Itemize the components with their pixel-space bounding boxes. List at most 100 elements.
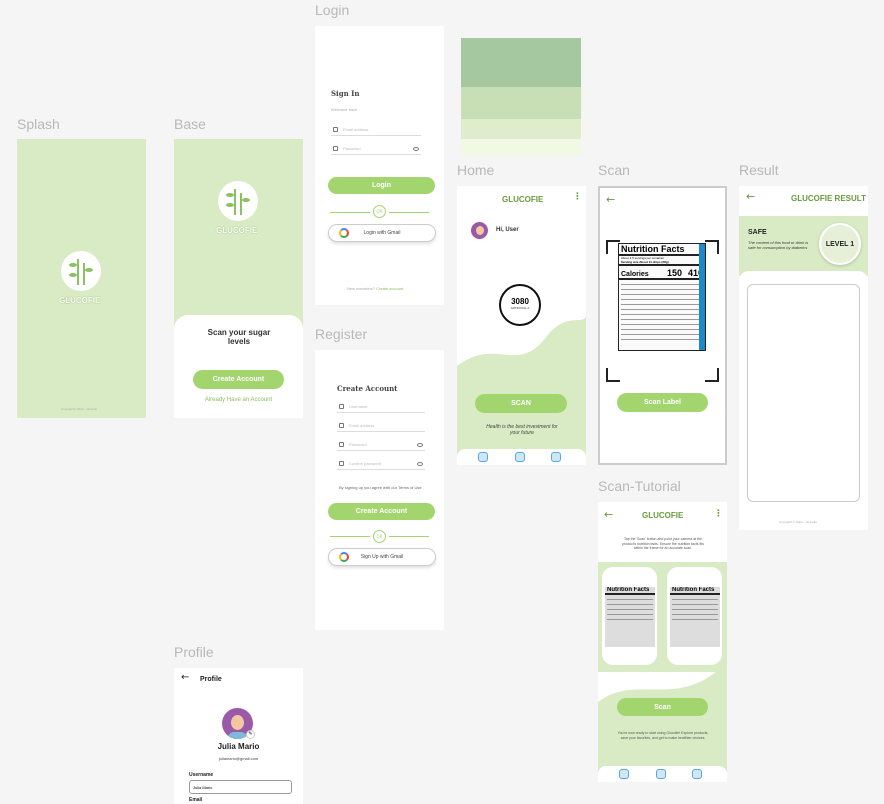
result-status: SAFE <box>748 229 767 236</box>
mail-icon <box>333 127 338 132</box>
divider-right <box>389 212 429 213</box>
password-placeholder: Password <box>343 146 361 151</box>
label-result: Result <box>739 162 779 178</box>
label-scan: Scan <box>598 162 630 178</box>
google-login-label: Login with Gmail <box>363 230 401 236</box>
create-account-button[interactable]: Create Account <box>193 370 284 389</box>
avatar[interactable] <box>471 222 488 239</box>
confirm-placeholder: Confirm password <box>349 461 382 466</box>
more-menu-icon[interactable]: ⋮ <box>714 509 723 519</box>
nutrition-label-image: Nutrition Facts About 2.5 servings per c… <box>618 243 706 351</box>
example-label-1: Nutrition Facts <box>605 587 655 647</box>
example-card-1: Nutrition Facts <box>601 566 658 666</box>
home-nav-icon[interactable] <box>619 769 629 779</box>
label-home: Home <box>457 162 495 178</box>
username-placeholder: Username <box>349 404 368 409</box>
email-field[interactable]: Email address <box>331 124 421 136</box>
username-label: Username <box>189 772 214 778</box>
email-field[interactable]: Email address <box>337 420 425 432</box>
email-placeholder: Email address <box>349 423 375 428</box>
result-sheet <box>739 271 868 511</box>
login-subtitle: Welcome back <box>331 107 358 112</box>
or-badge: OR <box>373 530 386 543</box>
bottom-nav <box>457 449 586 465</box>
example-card-2: Nutrition Facts <box>666 566 723 666</box>
example-label-2: Nutrition Facts <box>670 587 720 647</box>
password-placeholder: Password <box>349 442 367 447</box>
tutorial-instruction: Tap the 'Scan' button and point your cam… <box>622 537 704 551</box>
login-button[interactable]: Login <box>328 177 435 194</box>
username-input[interactable]: Julia Mario <box>189 780 292 794</box>
label-scan-tutorial: Scan-Tutorial <box>598 478 681 494</box>
have-account-link[interactable]: Already Have an Account <box>184 397 293 403</box>
eye-icon[interactable] <box>417 442 423 447</box>
swatch-3 <box>461 119 581 139</box>
swatch-2 <box>461 87 581 119</box>
password-field[interactable]: Password <box>337 439 425 451</box>
level-badge: LEVEL 1 <box>819 223 861 265</box>
color-palette <box>461 38 581 156</box>
profile-nav-icon[interactable] <box>692 769 702 779</box>
label-profile: Profile <box>174 644 214 660</box>
more-menu-icon[interactable]: ⋮ <box>573 192 582 202</box>
edit-avatar-icon[interactable]: ✎ <box>246 730 255 739</box>
google-signup-label: Sign Up with Gmail <box>360 554 404 560</box>
create-account-button[interactable]: Create Account <box>328 503 435 520</box>
lock-icon <box>339 461 344 466</box>
profile-nav-icon[interactable] <box>551 452 561 462</box>
nf-row <box>621 335 703 340</box>
scan-button[interactable]: SCAN <box>475 394 567 413</box>
tutorial-scan-button[interactable]: Scan <box>617 698 708 716</box>
back-arrow-icon[interactable]: ← <box>746 190 755 203</box>
result-header: GLUCOFIE RESULT <box>791 194 866 203</box>
terms-text: By signing up you agree with our Terms o… <box>339 485 422 490</box>
home-nav-icon[interactable] <box>478 452 488 462</box>
back-arrow-icon[interactable]: ← <box>606 193 615 206</box>
splash-screen: GLUCOFIE Copyright© 2024 · Glucofie <box>17 139 146 418</box>
nf-row <box>672 615 718 620</box>
calories-value-1: 150 <box>666 268 682 278</box>
base-brand: GLUCOFIE <box>216 226 258 235</box>
history-nav-icon[interactable] <box>656 769 666 779</box>
email-label: Email <box>189 797 203 803</box>
footer-prefix: New members? <box>347 286 376 291</box>
gauge-label: ARTIFICIAL A <box>510 306 530 310</box>
base-bottom-sheet: Scan your sugar levels Create Account Al… <box>174 315 303 418</box>
scan-label-button[interactable]: Scan Label <box>617 393 708 412</box>
or-badge: OR <box>373 205 386 218</box>
password-field[interactable]: Password <box>331 143 421 155</box>
google-signup-button[interactable]: Sign Up with Gmail <box>328 548 436 566</box>
tutorial-footer: You're now ready to start using Glucofie… <box>617 731 709 740</box>
home-header: GLUCOFIE <box>502 195 544 204</box>
scan-tutorial-screen: ← GLUCOFIE ⋮ Tap the 'Scan' button and p… <box>598 502 727 782</box>
back-arrow-icon[interactable]: ← <box>181 672 189 683</box>
confirm-password-field[interactable]: Confirm password <box>337 458 425 470</box>
google-login-button[interactable]: Login with Gmail <box>328 224 436 242</box>
history-nav-icon[interactable] <box>515 452 525 462</box>
calories-label: Calories <box>621 271 649 278</box>
nutrition-title: Nutrition Facts <box>619 244 705 256</box>
result-content-box <box>747 284 860 502</box>
google-icon <box>339 552 349 562</box>
eye-icon[interactable] <box>413 146 419 151</box>
profile-email: juliamario@gmail.com <box>218 756 259 761</box>
login-screen: Sign In Welcome back Email address Passw… <box>315 26 444 305</box>
scan-screen: ← Nutrition Facts About 2.5 servings per… <box>598 186 727 465</box>
user-icon <box>339 404 344 409</box>
register-screen: Create Account Username Email address Pa… <box>315 350 444 630</box>
username-field[interactable]: Username <box>337 401 425 413</box>
eye-icon[interactable] <box>417 461 423 466</box>
base-screen: GLUCOFIE Scan your sugar levels Create A… <box>174 139 303 418</box>
greeting: Hi, User <box>496 227 519 233</box>
result-copyright: Copyright © Salim · Glucofie <box>779 520 817 524</box>
splash-copyright: Copyright© 2024 · Glucofie <box>61 407 98 411</box>
swatch-4 <box>461 139 581 156</box>
profile-name: Julia Mario <box>217 742 260 751</box>
profile-title: Profile <box>200 676 222 683</box>
create-account-link[interactable]: Create account <box>376 286 403 291</box>
gauge-value: 3080 <box>511 297 529 306</box>
example-title-1: Nutrition Facts <box>605 587 655 595</box>
lock-icon <box>333 146 338 151</box>
back-arrow-icon[interactable]: ← <box>604 508 613 521</box>
home-tagline: Health is the best investment for your f… <box>486 424 558 436</box>
